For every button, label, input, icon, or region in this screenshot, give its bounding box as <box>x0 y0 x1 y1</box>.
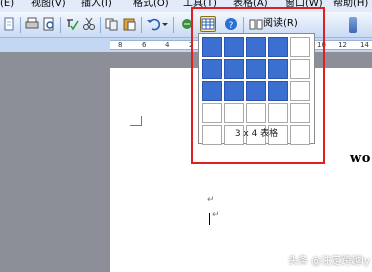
toolbar-separator <box>141 17 142 33</box>
menu-insert[interactable]: 插入(I) <box>81 0 112 11</box>
toolbar-separator <box>173 17 174 33</box>
watermark: 头条 @注定跨越ly <box>288 256 370 267</box>
spelling-icon[interactable] <box>65 17 79 31</box>
copy-icon[interactable] <box>105 17 119 31</box>
cut-icon[interactable] <box>82 17 96 31</box>
ruler-number: 8 <box>118 41 123 49</box>
new-doc-icon[interactable] <box>2 17 16 31</box>
paste-icon[interactable] <box>122 17 136 31</box>
print-preview-icon[interactable] <box>42 17 56 31</box>
menu-help[interactable]: 帮助(H) <box>333 0 368 11</box>
ruler-number: 12 <box>338 41 347 49</box>
menu-edit[interactable]: (E) <box>0 0 14 11</box>
toolbar-separator <box>60 17 61 33</box>
menu-view[interactable]: 视图(V) <box>31 0 66 11</box>
page-corner-mark <box>130 116 142 126</box>
text-cursor <box>209 213 210 225</box>
ruler-number: 4 <box>165 41 170 49</box>
print-icon[interactable] <box>25 17 39 31</box>
toolbar-end-icon[interactable] <box>349 17 357 33</box>
undo-icon[interactable] <box>146 17 160 31</box>
highlight-box <box>191 7 325 164</box>
toolbar-separator <box>20 17 21 33</box>
paragraph-mark: ↵ <box>212 210 220 220</box>
ruler-number: 14 <box>360 41 369 49</box>
paragraph-mark: ↵ <box>207 195 215 205</box>
toolbar-separator <box>100 17 101 33</box>
dropdown-arrow-icon[interactable] <box>161 17 170 31</box>
document-text: wo <box>350 151 371 166</box>
ruler-number: 6 <box>142 41 147 49</box>
menu-format[interactable]: 格式(O) <box>133 0 169 11</box>
